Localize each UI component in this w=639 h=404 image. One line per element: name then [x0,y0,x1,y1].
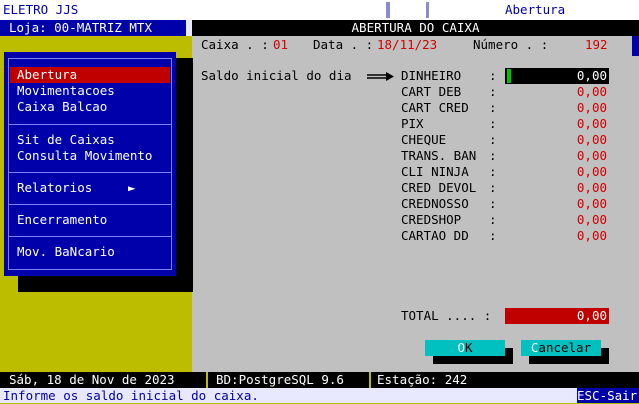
top-bar: ELETRO JJS Abertura [0,0,639,21]
top-bar-separator [386,2,390,18]
payment-row-colon: : [489,68,497,83]
payment-row-label: CHEQUE [401,132,447,147]
menu-item-label: Movimentacoes [17,83,115,98]
menu-item-label: Mov. BaNcario [17,244,115,259]
total-value: 0,00 [576,308,607,323]
status-date: Sáb, 18 de Nov de 2023 [9,372,175,387]
payment-row-label: CARTAO DD [401,228,469,243]
dinheiro-input[interactable]: 0,00 [505,68,609,84]
cash-opening-dialog: ABERTURA DO CAIXA Caixa . : 01 Data . : … [192,20,639,372]
payment-row-colon: : [489,196,497,211]
menu-item-consulta-movimento[interactable]: Consulta Movimento [10,148,170,164]
menu-divider [8,172,172,173]
dinheiro-input-value: 0,00 [576,68,607,83]
numero-value: 192 [585,37,608,52]
dialog-title: ABERTURA DO CAIXA [192,20,639,36]
status-bar: Sáb, 18 de Nov de 2023 BD:PostgreSQL 9.6… [0,372,639,388]
store-bar: Loja: 00-MATRIZ MTX [0,20,192,36]
app-name: ELETRO JJS [3,2,79,17]
menu-item-label: Consulta Movimento [17,148,153,163]
payment-row-label: CART CRED [401,100,469,115]
payment-row-value[interactable]: 0,00 [505,100,609,116]
module-label: Abertura [505,2,566,17]
menu-item-mov-bancario[interactable]: Mov. BaNcario [10,244,170,260]
data-value: 18/11/23 [377,37,438,52]
menu-item-label: Relatorios [17,180,93,195]
payment-row-colon: : [489,116,497,131]
payment-row-value[interactable]: 0,00 [505,164,609,180]
menu-item-label: Encerramento [17,212,108,227]
payment-row-label: CREDSHOP [401,212,462,227]
submenu-arrow-icon: ► [128,180,136,195]
ok-label: K [465,340,473,355]
menu-item-caixa-balcao[interactable]: Caixa Balcao [10,99,170,115]
dialog-side-bar [632,36,639,56]
total-label: TOTAL .... : [401,308,492,323]
payment-row-value[interactable]: 0,00 [505,228,609,244]
help-message: Informe os saldo inicial do caixa. [3,388,259,403]
payment-row-colon: : [489,148,497,163]
payment-row-colon: : [489,180,497,195]
payment-row-value[interactable]: 0,00 [505,148,609,164]
payment-row-colon: : [489,212,497,227]
payment-row-label: TRANS. BAN [401,148,477,163]
payment-row-value[interactable]: 0,00 [505,84,609,100]
cancel-button[interactable]: Cancelar [521,340,601,356]
menu-item-relatorios[interactable]: Relatorios ► [10,180,170,196]
payment-row-value[interactable]: 0,00 [505,180,609,196]
menu-item-encerramento[interactable]: Encerramento [10,212,170,228]
menu-divider [8,236,172,237]
payment-row-label: CREDNOSSO [401,196,469,211]
cash-menu: Abertura Movimentacoes Caixa Balcao Sit … [4,52,176,276]
status-station-section: Estação: 242 [369,372,639,388]
help-bar: Informe os saldo inicial do caixa. ESC-S… [0,388,639,403]
payment-row-value[interactable]: 0,00 [505,132,609,148]
payment-row-label: PIX [401,116,424,131]
data-label: Data . : [313,37,374,52]
status-db-section: BD:PostgreSQL 9.6 [206,372,368,388]
payment-row-colon: : [489,228,497,243]
top-bar-separator [426,2,429,18]
text-cursor [507,69,511,83]
payment-row-label: DINHEIRO [401,68,462,83]
payment-row-label: CART DEB [401,84,462,99]
payment-row-value[interactable]: 0,00 [505,116,609,132]
status-station: Estação: 242 [377,372,468,387]
menu-item-label: Sit de Caixas [17,132,115,147]
total-field: 0,00 [505,308,609,324]
menu-item-label: Caixa Balcao [17,99,108,114]
menu-item-label: Abertura [17,67,78,82]
payment-row-colon: : [489,84,497,99]
payment-row-colon: : [489,100,497,115]
caixa-label: Caixa . : [201,37,269,52]
cancel-label: ancelar [538,340,592,355]
menu-item-abertura[interactable]: Abertura [10,67,170,83]
numero-label: Número . : [473,37,549,52]
status-db: BD:PostgreSQL 9.6 [216,372,344,387]
payment-row-value[interactable]: 0,00 [505,212,609,228]
saldo-inicial-label: Saldo inicial do dia [201,68,352,83]
menu-divider [8,204,172,205]
menu-item-movimentacoes[interactable]: Movimentacoes [10,83,170,99]
esc-exit-hint[interactable]: ESC-Sair [577,388,639,403]
arrow-right-icon [367,72,394,81]
menu-divider [8,124,172,125]
payment-row-value[interactable]: 0,00 [505,196,609,212]
payment-row-label: CRED DEVOL [401,180,477,195]
caixa-value: 01 [273,37,289,52]
menu-item-sit-de-caixas[interactable]: Sit de Caixas [10,132,170,148]
payment-row-label: CLI NINJA [401,164,469,179]
store-label: Loja: 00-MATRIZ MTX [9,20,152,35]
payment-row-colon: : [489,132,497,147]
payment-row-colon: : [489,164,497,179]
ok-button[interactable]: OK [425,340,505,356]
ok-hotkey: O [457,340,465,355]
